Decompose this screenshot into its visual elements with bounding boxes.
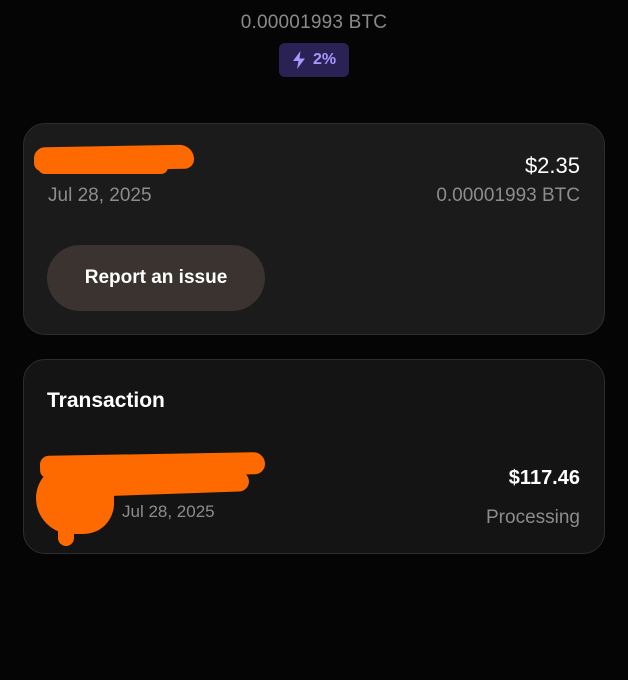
redacted-merchant-icon (36, 464, 114, 534)
reward-amount-btc: 0.00001993 BTC (436, 185, 580, 206)
reward-date: Jul 28, 2025 (48, 185, 152, 206)
cashback-rate-label: 2% (312, 51, 337, 68)
btc-amount-header: 0.00001993 BTC (240, 12, 388, 33)
redaction-mark (58, 520, 74, 546)
report-issue-button[interactable]: Report an issue (47, 245, 265, 311)
transaction-card: Transaction Jul 28, 2025 $117.46 Process… (23, 359, 605, 554)
reward-card: Jul 28, 2025 $2.35 0.00001993 BTC Report… (23, 123, 605, 335)
transaction-heading: Transaction (47, 389, 165, 412)
transaction-date: Jul 28, 2025 (122, 502, 215, 521)
transaction-amount: $117.46 (508, 467, 580, 489)
redaction-mark (38, 160, 168, 174)
lightning-bolt-icon (292, 51, 306, 69)
reward-detail-screen: 0.00001993 BTC 2% Jul 28, 2025 $2.35 0.0… (0, 0, 628, 680)
transaction-row[interactable]: Jul 28, 2025 $117.46 Processing (24, 450, 604, 546)
reward-amount-usd: $2.35 (524, 153, 580, 178)
transaction-status: Processing (486, 507, 580, 528)
cashback-rate-badge: 2% (279, 43, 349, 77)
